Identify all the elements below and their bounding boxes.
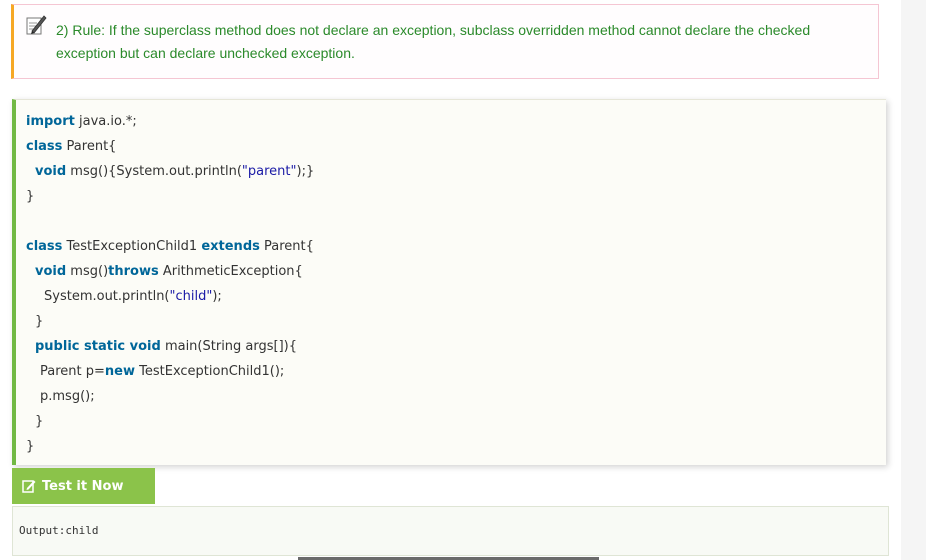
output-text: Output:child	[19, 524, 99, 537]
rule-note: 2) Rule: If the superclass method does n…	[11, 4, 879, 79]
note-text: 2) Rule: If the superclass method does n…	[56, 22, 811, 61]
test-it-now-label: Test it Now	[42, 478, 124, 494]
pencil-icon	[24, 13, 48, 37]
code-line: class TestExceptionChild1 extends Parent…	[26, 239, 314, 254]
code-line: p.msg();	[40, 389, 95, 404]
test-it-now-button[interactable]: Test it Now	[12, 468, 155, 504]
code-line: System.out.println("child");	[44, 289, 222, 304]
edit-icon	[22, 479, 36, 493]
code-line: void msg(){System.out.println("parent");…	[35, 164, 315, 179]
code-line: }	[35, 314, 44, 329]
code-line: Parent p=new TestExceptionChild1();	[40, 364, 285, 379]
code-line: public static void main(String args[]){	[35, 339, 298, 354]
code-line: }	[26, 189, 35, 204]
code-block: import java.io.*; class Parent{ void msg…	[12, 99, 886, 465]
code-line: }	[35, 414, 44, 429]
code-line: import java.io.*;	[26, 114, 137, 129]
code-line: void msg()throws ArithmeticException{	[35, 264, 303, 279]
code-line: }	[26, 439, 35, 454]
code-line: class Parent{	[26, 139, 117, 154]
right-gutter	[901, 0, 926, 560]
output-box: Output:child	[12, 506, 889, 556]
